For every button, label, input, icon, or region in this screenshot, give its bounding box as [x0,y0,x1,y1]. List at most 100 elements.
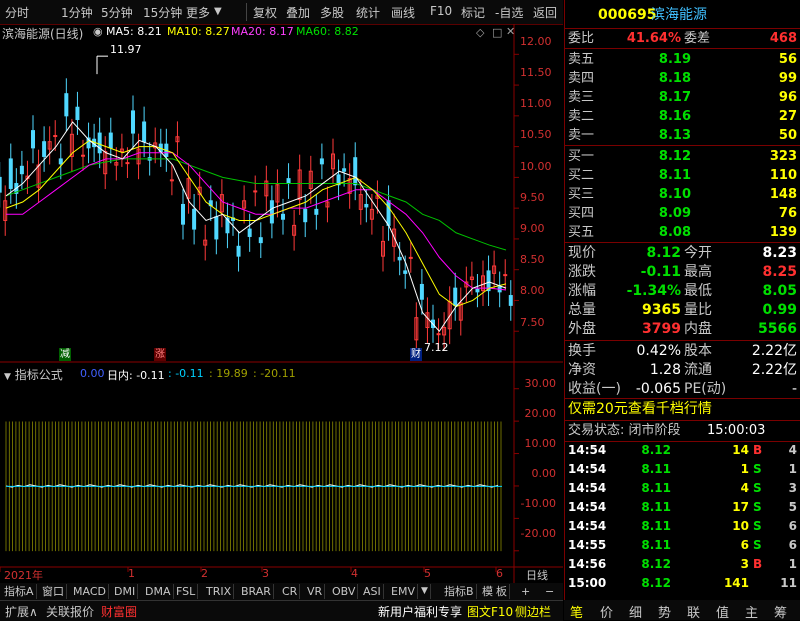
tab-indicator-b[interactable]: 指标B [442,584,477,599]
tab-window[interactable]: 窗口 [40,584,67,599]
y-tick: 12.00 [520,35,552,48]
new-user-promo-link[interactable]: 新用户福利专享 [378,603,462,620]
multi-stock-button[interactable]: 多股 [320,4,344,21]
tab-bi[interactable]: 笔 [570,602,583,621]
back-button[interactable]: 返回 [533,4,557,21]
fin-label: 收益(一) [568,381,621,397]
tab-xi[interactable]: 细 [629,602,642,621]
sidebar-link[interactable]: 侧边栏 [515,603,551,620]
kline-chart[interactable] [0,24,563,583]
ask-price: 8.13 [658,128,691,143]
candle-body [403,270,408,274]
bid-row[interactable]: 买四 8.09 76 [565,204,800,223]
more-button[interactable]: 更多 [186,4,210,21]
bid-volume: 139 [769,225,797,240]
tab-cr[interactable]: CR [280,584,301,599]
settings-dropdown-icon[interactable]: ◉ [93,25,103,38]
tab-template-2[interactable]: 板 [494,584,510,599]
ind-val-b: : 19.89 [209,367,248,380]
add-button[interactable]: + [519,584,532,599]
mark-button[interactable]: 标记 [461,4,485,21]
tab-dmi[interactable]: DMI [112,584,139,599]
tab-asi[interactable]: ASI [361,584,384,599]
expand-icon[interactable]: ◇ [476,26,484,39]
tick-volume: 10 [732,519,749,533]
y-tick: 9.00 [520,222,545,235]
tab-fenshi[interactable]: 分时 [5,4,29,21]
wealth-circle-link[interactable]: 财富圈 [101,603,137,620]
tab-indicator-a[interactable]: 指标A [2,584,37,599]
period-label[interactable]: 日线 [526,567,548,583]
ind-y-tick: 0.00 [531,467,557,480]
tab-jia[interactable]: 价 [600,602,613,621]
bid-row[interactable]: 买五 8.08 139 [565,223,800,242]
tab-vr[interactable]: VR [305,584,326,599]
fin-row: 净资 1.28 流通 2.22亿 [565,361,800,380]
chevron-down-icon[interactable]: ▼ [419,584,431,599]
bid-row[interactable]: 买三 8.10 148 [565,185,800,204]
tab-emv[interactable]: EMV [389,584,418,599]
fin-label: 换手 [568,343,596,359]
fin-value: - [791,381,797,397]
tab-brar[interactable]: BRAR [239,584,274,599]
tab-5min[interactable]: 5分钟 [101,4,133,21]
marker-jian[interactable]: 减 [59,348,71,361]
candle-body [125,162,130,165]
overlay-button[interactable]: 叠加 [286,4,310,21]
ma20-line [6,152,507,291]
marker-zhang[interactable]: 涨 [154,348,166,361]
expand-button[interactable]: 扩展∧ [5,603,38,620]
candle-body [247,228,252,237]
tab-zhu[interactable]: 主 [745,602,758,621]
related-quote-link[interactable]: 关联报价 [46,603,94,620]
ask-row[interactable]: 卖四 8.18 99 [565,69,800,88]
remove-button[interactable]: − [543,584,556,599]
candle-body [408,256,413,259]
candle-body [253,190,258,193]
tick-row: 14:54 8.11 1 S 1 [565,460,800,479]
tab-chou[interactable]: 筹 [774,602,787,621]
stats-button[interactable]: 统计 [356,4,380,21]
ask-row[interactable]: 卖二 8.16 27 [565,107,800,126]
candle-body [97,132,102,154]
tab-15min[interactable]: 15分钟 [143,4,182,21]
tab-fsl[interactable]: FSL [174,584,199,599]
ask-row[interactable]: 卖五 8.19 56 [565,50,800,69]
promo-banner[interactable]: 仅需20元查看千档行情 [565,400,800,419]
ind-val-c: : -20.11 [253,367,296,380]
ask-row[interactable]: 卖一 8.13 50 [565,126,800,145]
tab-dma[interactable]: DMA [143,584,174,599]
tab-macd[interactable]: MACD [71,584,109,599]
x-tick: 4 [351,567,358,580]
tab-trix[interactable]: TRIX [204,584,235,599]
x-tick: 2 [201,567,208,580]
tick-volume: 17 [732,500,749,514]
tab-zhi[interactable]: 值 [716,602,729,621]
f10-text-link[interactable]: 图文F10 [467,603,513,620]
bid-row[interactable]: 买二 8.11 110 [565,166,800,185]
fuquan-button[interactable]: 复权 [253,4,277,21]
tab-template-1[interactable]: 模 [480,584,495,599]
draw-line-button[interactable]: 画线 [391,4,415,21]
tab-shi[interactable]: 势 [658,602,671,621]
f10-button[interactable]: F10 [430,4,452,18]
ind-y-tick: 30.00 [524,377,557,390]
tab-1min[interactable]: 1分钟 [61,4,93,21]
trade-status-row: 交易状态: 闭市阶段 15:00:03 [565,421,800,440]
chevron-down-icon[interactable]: ▼ [214,6,222,17]
stat-label: 内盘 [684,321,712,337]
candle-body [42,141,47,157]
indicator-title[interactable]: ▼ 指标公式 [4,366,63,383]
tab-obv[interactable]: OBV [330,584,359,599]
ask-price: 8.19 [658,52,691,67]
ask-row[interactable]: 卖三 8.17 96 [565,88,800,107]
close-icon[interactable]: ✕ [506,25,515,38]
tab-lian[interactable]: 联 [687,602,700,621]
marker-cai[interactable]: 财 [410,348,422,361]
restore-icon[interactable]: □ [492,26,502,39]
tick-row: 14:54 8.11 17 S 5 [565,498,800,517]
indicator-tabs: 指标A 窗口 MACD DMI DMA FSL TRIX BRAR CR VR … [0,583,563,600]
tick-count: 11 [780,576,797,590]
bid-row[interactable]: 买一 8.12 323 [565,147,800,166]
self-select-button[interactable]: -自选 [495,4,523,21]
